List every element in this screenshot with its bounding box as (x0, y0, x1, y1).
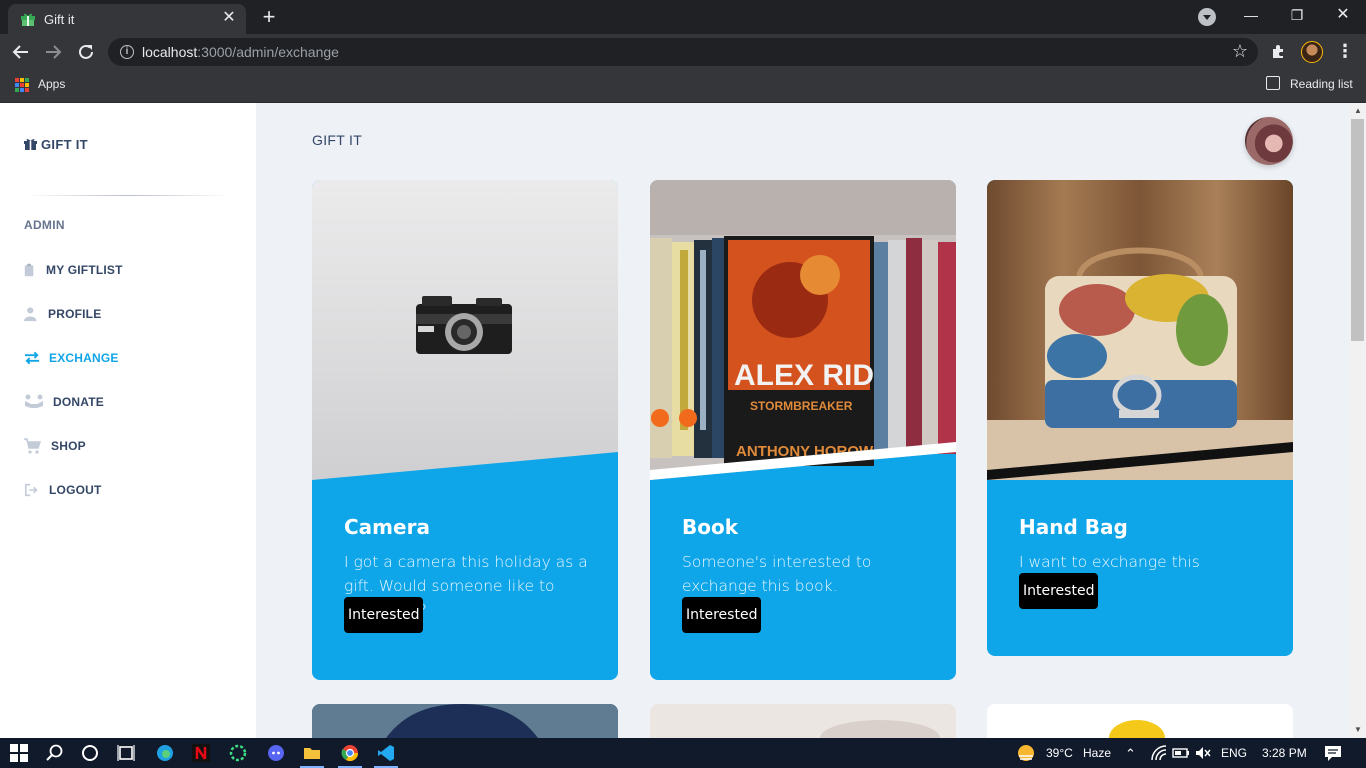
minimize-icon[interactable]: — (1228, 0, 1274, 32)
apps-bookmark[interactable]: Apps (38, 77, 65, 91)
scroll-down-icon[interactable]: ▼ (1353, 725, 1363, 735)
sidebar-item-shop[interactable]: SHOP (24, 436, 86, 456)
bookmarks-bar (0, 70, 1366, 103)
bookmark-star-icon[interactable]: ☆ (1232, 41, 1248, 62)
browser-tab[interactable]: Gift it ✕ (8, 4, 246, 34)
logout-icon (24, 483, 38, 497)
clipboard-icon (24, 263, 34, 277)
sidebar: GIFT IT ADMIN MY GIFTLIST PROFILE EXCHAN… (0, 103, 256, 738)
tshirt-image (312, 704, 618, 738)
weather-status[interactable]: Haze (1083, 746, 1111, 760)
interested-button[interactable]: Interested (344, 597, 424, 633)
gift-card-row2-1 (312, 704, 618, 738)
info-icon[interactable]: i (120, 45, 134, 59)
chevron-up-icon[interactable]: ⌃ (1125, 746, 1136, 762)
profile-avatar-icon[interactable] (1301, 41, 1323, 63)
sidebar-item-exchange[interactable]: EXCHANGE (24, 348, 119, 368)
page-title: GIFT IT (312, 132, 363, 148)
discord-icon[interactable] (267, 744, 285, 762)
gift-icon (21, 13, 35, 26)
browser-tabbar: Gift it ✕ + — ❐ ✕ (0, 0, 1366, 34)
gift-card-handbag: Hand Bag I want to exchange this handbag… (987, 180, 1293, 656)
apps-icon[interactable] (15, 78, 29, 92)
exchange-icon (24, 351, 40, 365)
windows-start-icon[interactable] (10, 744, 28, 762)
svg-text:STORMBREAKER: STORMBREAKER (750, 399, 853, 413)
clock[interactable]: 3:28 PM (1262, 746, 1307, 760)
gift-card-row2-3 (987, 704, 1293, 738)
input-language[interactable]: ENG (1221, 746, 1247, 760)
address-bar[interactable]: i localhost:3000/admin/exchange ☆ (108, 38, 1258, 66)
search-icon[interactable] (46, 744, 64, 762)
close-window-icon[interactable]: ✕ (1320, 0, 1366, 32)
gift-icon (24, 139, 37, 150)
browser-toolbar: i localhost:3000/admin/exchange ☆ (0, 34, 1366, 70)
user-icon (24, 307, 37, 322)
sidebar-item-profile[interactable]: PROFILE (24, 304, 101, 324)
reading-list-button[interactable]: Reading list (1290, 77, 1353, 91)
tab-title: Gift it (44, 12, 75, 27)
notifications-icon[interactable] (1324, 744, 1342, 762)
card-title: Book (682, 515, 739, 539)
gift-card-camera: Camera I got a camera this holiday as a … (312, 180, 618, 680)
netflix-icon[interactable] (192, 744, 210, 762)
file-explorer-icon[interactable] (303, 744, 321, 762)
card-title: Camera (344, 515, 430, 539)
back-icon[interactable] (10, 41, 32, 63)
scroll-up-icon[interactable]: ▲ (1353, 106, 1363, 116)
tab-search-icon[interactable] (1198, 8, 1216, 26)
cart-icon (24, 438, 42, 454)
flower-image (987, 704, 1293, 738)
taskbar: 39°C Haze ⌃ ENG 3:28 PM (0, 738, 1366, 768)
page-content: GIFT IT ADMIN MY GIFTLIST PROFILE EXCHAN… (0, 103, 1366, 738)
sidebar-item-donate[interactable]: DONATE (24, 392, 104, 412)
item-image (650, 704, 956, 738)
handbag-image (987, 180, 1293, 480)
card-title: Hand Bag (1019, 515, 1128, 539)
task-view-icon[interactable] (117, 744, 135, 762)
donate-icon (25, 394, 43, 408)
sidebar-item-my-giftlist[interactable]: MY GIFTLIST (24, 260, 123, 280)
camera-image (312, 180, 618, 480)
edge-icon[interactable] (156, 744, 174, 762)
wifi-icon[interactable] (1150, 744, 1168, 762)
interested-button[interactable]: Interested (682, 597, 762, 633)
brand-logo[interactable]: GIFT IT (24, 137, 88, 152)
reading-list-icon[interactable] (1266, 76, 1280, 90)
forward-icon[interactable] (42, 41, 64, 63)
gift-card-book: ALEX RIDER STORMBREAKER ANTHONY HOROWITZ… (650, 180, 956, 680)
url-text: localhost:3000/admin/exchange (142, 44, 339, 60)
new-tab-icon[interactable]: + (258, 6, 280, 29)
menu-icon[interactable]: ⋮ (1336, 42, 1354, 62)
app-ring-icon[interactable] (229, 744, 247, 762)
restore-icon[interactable]: ❐ (1274, 0, 1320, 32)
volume-muted-icon[interactable] (1194, 744, 1212, 762)
interested-button[interactable]: Interested (1019, 573, 1099, 609)
sidebar-divider (24, 195, 232, 196)
cortana-icon[interactable] (81, 744, 99, 762)
chrome-icon[interactable] (341, 744, 359, 762)
close-tab-icon[interactable]: ✕ (220, 9, 238, 27)
card-description: Someone's interested to exchange this bo… (682, 553, 872, 595)
scrollbar-thumb[interactable] (1351, 119, 1364, 341)
battery-icon[interactable] (1172, 744, 1190, 762)
section-label-admin: ADMIN (24, 218, 65, 232)
temperature[interactable]: 39°C (1046, 746, 1073, 760)
reload-icon[interactable] (75, 41, 97, 63)
weather-icon[interactable] (1016, 743, 1036, 763)
extensions-icon[interactable] (1270, 42, 1288, 60)
gift-card-row2-2 (650, 704, 956, 738)
user-avatar[interactable] (1245, 117, 1293, 165)
sidebar-item-logout[interactable]: LOGOUT (24, 480, 102, 500)
book-image: ALEX RIDER STORMBREAKER ANTHONY HOROWITZ (650, 180, 956, 480)
vscode-icon[interactable] (377, 744, 395, 762)
